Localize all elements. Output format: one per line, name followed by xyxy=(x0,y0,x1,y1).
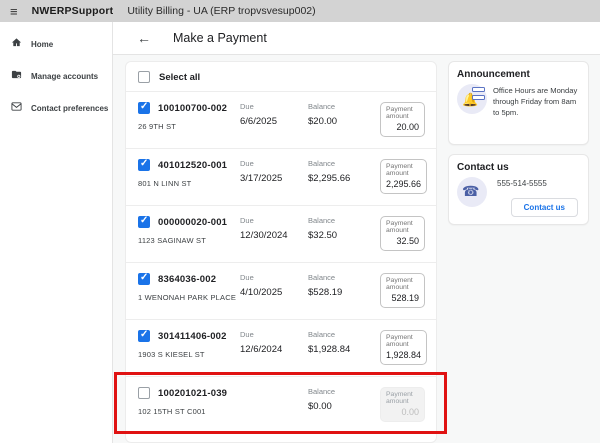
account-number: 100201021-039 xyxy=(158,388,227,399)
balance-label: Balance xyxy=(308,387,380,396)
row-checkbox[interactable] xyxy=(138,102,150,114)
payment-amount-label: Payment amount xyxy=(386,277,419,291)
account-address: 801 N LINN ST xyxy=(138,179,240,188)
row-checkbox[interactable] xyxy=(138,159,150,171)
due-label: Due xyxy=(240,330,308,339)
due-label: Due xyxy=(240,102,308,111)
sidebar-item-home[interactable]: Home xyxy=(0,28,112,60)
folder-gear-icon xyxy=(11,67,22,85)
select-all-label: Select all xyxy=(159,72,200,83)
select-all-checkbox[interactable] xyxy=(138,71,150,83)
sidebar-item-label: Contact preferences xyxy=(31,104,108,113)
balance-label: Balance xyxy=(308,216,380,225)
home-icon xyxy=(11,35,22,53)
balance-value: $2,295.66 xyxy=(308,173,380,184)
contact-phone-number: 555-514-5555 xyxy=(497,179,580,188)
account-number: 100100700-002 xyxy=(158,103,227,114)
payment-amount-value: 20.00 xyxy=(386,122,419,132)
sidebar-item-label: Manage accounts xyxy=(31,72,98,81)
account-number: 401012520-001 xyxy=(158,160,227,171)
back-arrow-icon[interactable]: ← xyxy=(137,30,151,46)
balance-label: Balance xyxy=(308,102,380,111)
balance-label: Balance xyxy=(308,330,380,339)
payment-amount-label: Payment amount xyxy=(386,106,419,120)
payment-amount-label: Payment amount xyxy=(386,391,419,405)
due-label: Due xyxy=(240,273,308,282)
contact-card: Contact us ☎ 555-514-5555 Contact us xyxy=(448,154,589,225)
account-number: 8364036-002 xyxy=(158,274,216,285)
payment-amount-input[interactable]: Payment amount 20.00 xyxy=(380,102,425,137)
balance-value: $528.19 xyxy=(308,287,380,298)
payment-amount-value: 0.00 xyxy=(386,407,419,417)
payment-accounts-list: Select all 100100700-002 26 9TH ST xyxy=(125,61,437,443)
balance-value: $1,928.84 xyxy=(308,344,380,355)
payment-amount-input[interactable]: Payment amount 32.50 xyxy=(380,216,425,251)
row-checkbox[interactable] xyxy=(138,330,150,342)
sidebar-item-contact-preferences[interactable]: Contact preferences xyxy=(0,92,112,124)
app-title: Utility Billing - UA (ERP tropvsvesup002… xyxy=(127,5,315,17)
table-row: 100100700-002 26 9TH ST Due 6/6/2025 Bal… xyxy=(126,91,436,148)
payment-amount-input[interactable]: Payment amount 1,928.84 xyxy=(380,330,427,365)
due-date: 12/30/2024 xyxy=(240,230,308,241)
announcement-title: Announcement xyxy=(457,69,580,80)
table-row: 000000020-001 1123 SAGINAW ST Due 12/30/… xyxy=(126,205,436,262)
row-checkbox[interactable] xyxy=(138,273,150,285)
contact-title: Contact us xyxy=(457,162,580,173)
announcement-card: Announcement 🔔 Office Hours are Monday t… xyxy=(448,61,589,145)
balance-label: Balance xyxy=(308,273,380,282)
payment-amount-value: 2,295.66 xyxy=(386,179,421,189)
account-number: 000000020-001 xyxy=(158,217,227,228)
balance-label: Balance xyxy=(308,159,380,168)
notification-rect xyxy=(472,95,485,100)
app-brand: NWERPSupport xyxy=(32,5,114,17)
due-date: 3/17/2025 xyxy=(240,173,308,184)
page-header: ← Make a Payment xyxy=(113,22,600,55)
balance-value: $32.50 xyxy=(308,230,380,241)
row-checkbox[interactable] xyxy=(138,387,150,399)
balance-value: $20.00 xyxy=(308,116,380,127)
payment-amount-label: Payment amount xyxy=(386,334,421,348)
account-address: 1 WENONAH PARK PLACE xyxy=(138,293,240,302)
sidebar-item-manage-accounts[interactable]: Manage accounts xyxy=(0,60,112,92)
table-row: 401012520-001 801 N LINN ST Due 3/17/202… xyxy=(126,148,436,205)
mail-icon xyxy=(11,99,22,117)
select-all-row: Select all xyxy=(126,62,436,91)
balance-value: $0.00 xyxy=(308,401,380,412)
account-address: 1903 S KIESEL ST xyxy=(138,350,240,359)
due-label: Due xyxy=(240,216,308,225)
payment-amount-value: 528.19 xyxy=(386,293,419,303)
payment-amount-input[interactable]: Payment amount 2,295.66 xyxy=(380,159,427,194)
table-row: 301411406-002 1903 S KIESEL ST Due 12/6/… xyxy=(126,319,436,376)
payment-amount-input-disabled: Payment amount 0.00 xyxy=(380,387,425,422)
payment-amount-input[interactable]: Payment amount 528.19 xyxy=(380,273,425,308)
announcement-text: Office Hours are Monday through Friday f… xyxy=(493,84,580,118)
page-title: Make a Payment xyxy=(173,31,267,45)
table-row: 8364036-002 1 WENONAH PARK PLACE Due 4/1… xyxy=(126,262,436,319)
due-date: 6/6/2025 xyxy=(240,116,308,127)
right-sidebar: Announcement 🔔 Office Hours are Monday t… xyxy=(448,61,589,443)
account-number: 301411406-002 xyxy=(158,331,227,342)
due-date: 4/10/2025 xyxy=(240,287,308,298)
payment-amount-label: Payment amount xyxy=(386,220,419,234)
table-row: 300112215-001 803 W JANE ST Due 12/6/202… xyxy=(126,433,436,443)
sidebar: Home Manage accounts Contact preferences xyxy=(0,22,113,443)
sidebar-item-label: Home xyxy=(31,40,53,49)
account-address: 26 9TH ST xyxy=(138,122,240,131)
notification-rect xyxy=(472,87,485,92)
payment-amount-value: 1,928.84 xyxy=(386,350,421,360)
account-address: 102 15TH ST C001 xyxy=(138,407,240,416)
phone-glyph: ☎ xyxy=(462,183,479,200)
table-row-highlighted: 100201021-039 102 15TH ST C001 Balance $… xyxy=(126,376,436,433)
hamburger-menu-icon[interactable]: ≡ xyxy=(10,5,18,18)
due-date: 12/6/2024 xyxy=(240,344,308,355)
top-app-bar: ≡ NWERPSupport Utility Billing - UA (ERP… xyxy=(0,0,600,22)
phone-icon: ☎ xyxy=(457,177,487,207)
account-address: 1123 SAGINAW ST xyxy=(138,236,240,245)
due-label: Due xyxy=(240,159,308,168)
payment-amount-label: Payment amount xyxy=(386,163,421,177)
announcement-bell-icon: 🔔 xyxy=(457,84,487,114)
contact-us-button[interactable]: Contact us xyxy=(511,198,578,217)
payment-amount-value: 32.50 xyxy=(386,236,419,246)
row-checkbox[interactable] xyxy=(138,216,150,228)
